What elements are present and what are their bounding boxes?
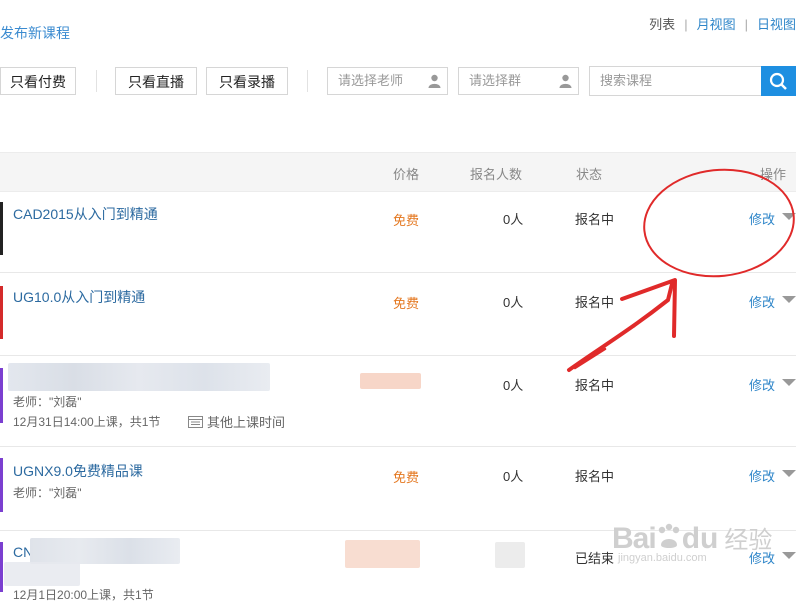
other-times-label: 其他上课时间 — [207, 415, 286, 430]
table-row: UG10.0从入门到精通 免费 0人 报名中 修改 — [0, 272, 796, 356]
user-icon — [428, 74, 441, 88]
blurred-course-title — [8, 363, 270, 391]
row-color-bar — [0, 368, 3, 423]
divider — [307, 70, 308, 92]
enrolled-count: 0人 — [503, 469, 524, 484]
price-value: 免费 — [393, 296, 420, 311]
baidu-watermark: Bai du 经验 jingyan.baidu.com — [612, 520, 772, 564]
blurred-price — [345, 540, 420, 568]
divider — [96, 70, 97, 92]
price-value: 免费 — [393, 213, 420, 228]
row-color-bar — [0, 458, 3, 512]
course-title-link[interactable]: UG10.0从入门到精通 — [13, 287, 145, 307]
teacher-name: 老师："刘磊" — [13, 395, 82, 409]
group-icon — [559, 74, 572, 88]
edit-link[interactable]: 修改 — [749, 209, 775, 228]
status-text: 报名中 — [575, 295, 615, 310]
filter-recorded-button[interactable]: 只看录播 — [206, 67, 288, 95]
watermark-brand-2: du — [681, 522, 719, 555]
dropdown-caret-icon[interactable] — [782, 470, 796, 477]
search-icon — [769, 72, 787, 90]
status-text: 报名中 — [575, 378, 615, 393]
publish-new-course-link[interactable]: 发布新课程 — [0, 23, 70, 43]
status-text: 报名中 — [575, 212, 615, 227]
teacher-select[interactable]: 请选择老师 — [327, 67, 448, 95]
day-view-link[interactable]: 日视图 — [757, 17, 796, 32]
edit-link[interactable]: 修改 — [749, 292, 775, 311]
dropdown-caret-icon[interactable] — [782, 379, 796, 386]
search-button[interactable] — [761, 66, 796, 96]
table-row: 老师："刘磊" 12月31日14:00上课，共1节 其他上课时间 0人 报名中 … — [0, 355, 796, 447]
teacher-name: 老师："刘磊" — [13, 486, 82, 500]
course-search-input[interactable]: 搜索课程 — [589, 66, 763, 96]
schedule-text: 12月31日14:00上课，共1节 — [13, 415, 161, 429]
watermark-brand: Bai — [612, 522, 657, 555]
teacher-select-placeholder: 请选择老师 — [338, 73, 404, 88]
table-row: UGNX9.0免费精品课 老师："刘磊" 免费 0人 报名中 修改 — [0, 446, 796, 531]
course-title-link[interactable]: UGNX9.0免费精品课 — [13, 461, 143, 481]
col-status: 状态 — [576, 167, 603, 182]
col-enrolled: 报名人数 — [470, 167, 523, 182]
calendar-icon — [188, 416, 203, 428]
blurred-price — [360, 373, 421, 389]
blurred-course-title — [30, 538, 180, 564]
row-color-bar — [0, 286, 3, 339]
table-row: CAD2015从入门到精通 免费 0人 报名中 修改 — [0, 190, 796, 273]
watermark-cn: 经验 — [724, 527, 773, 554]
separator: | — [684, 17, 688, 32]
enrolled-count: 0人 — [503, 378, 524, 393]
edit-link[interactable]: 修改 — [749, 375, 775, 394]
group-select-placeholder: 请选择群 — [469, 73, 522, 88]
row-color-bar — [0, 542, 3, 592]
col-action: 操作 — [760, 167, 787, 182]
col-price: 价格 — [393, 167, 420, 182]
month-view-link[interactable]: 月视图 — [697, 17, 736, 32]
enrolled-count: 0人 — [503, 295, 524, 310]
blurred-teacher — [4, 562, 80, 586]
view-switcher: 列表 | 月视图 | 日视图 — [649, 14, 796, 33]
course-title-link[interactable]: CAD2015从入门到精通 — [13, 204, 158, 224]
list-view-link[interactable]: 列表 — [649, 17, 675, 32]
separator: | — [744, 17, 748, 32]
edit-link[interactable]: 修改 — [749, 466, 775, 485]
group-select[interactable]: 请选择群 — [458, 67, 579, 95]
schedule-text: 12月1日20:00上课，共1节 — [13, 588, 154, 602]
filter-live-button[interactable]: 只看直播 — [115, 67, 197, 95]
price-value: 免费 — [393, 470, 420, 485]
status-text: 报名中 — [575, 469, 615, 484]
row-color-bar — [0, 202, 3, 255]
other-times-link[interactable]: 其他上课时间 — [188, 412, 285, 431]
status-text: 已结束 — [575, 551, 615, 566]
enrolled-count: 0人 — [503, 212, 524, 227]
blurred-enrolled-count — [495, 542, 525, 568]
table-header: 价格 报名人数 状态 操作 — [0, 152, 796, 192]
filter-paid-button[interactable]: 只看付费 — [0, 67, 76, 95]
dropdown-caret-icon[interactable] — [782, 552, 796, 559]
dropdown-caret-icon[interactable] — [782, 296, 796, 303]
paw-icon — [658, 523, 679, 548]
dropdown-caret-icon[interactable] — [782, 213, 796, 220]
